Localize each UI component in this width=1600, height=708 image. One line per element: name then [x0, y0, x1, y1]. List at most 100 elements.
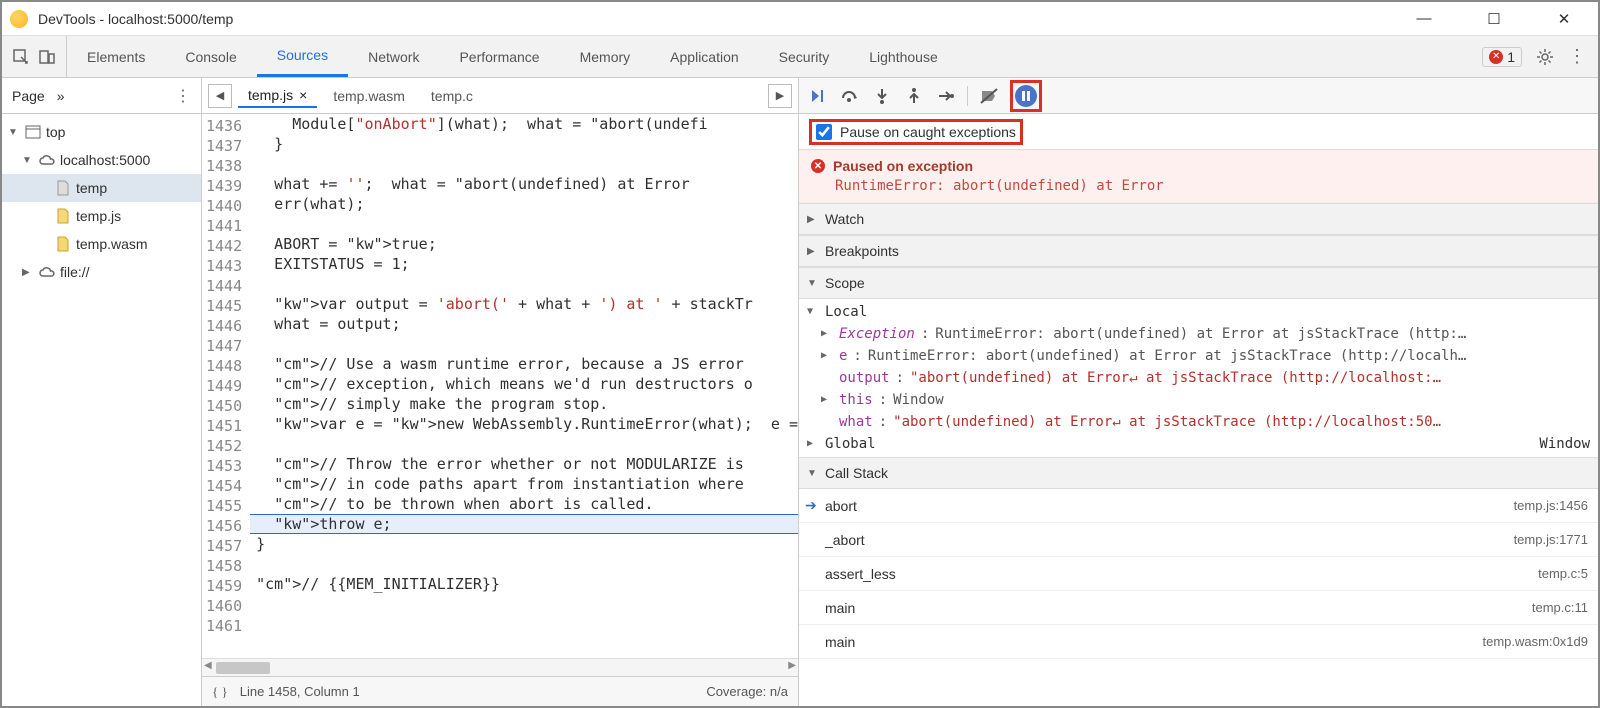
- code-line[interactable]: "cm">// exception, which means we'd run …: [250, 374, 798, 394]
- tree-host[interactable]: ▼ localhost:5000: [2, 146, 201, 174]
- code-line[interactable]: [250, 554, 798, 574]
- kebab-menu-icon[interactable]: ⋮: [1568, 46, 1586, 67]
- code-line[interactable]: }: [250, 534, 798, 554]
- editor-horizontal-scrollbar[interactable]: ◀ ▶: [202, 658, 798, 676]
- callstack-frame[interactable]: maintemp.c:11: [799, 591, 1598, 625]
- code-line[interactable]: [250, 334, 798, 354]
- tree-file-label: temp.js: [76, 208, 121, 224]
- callstack-frame[interactable]: _aborttemp.js:1771: [799, 523, 1598, 557]
- code-line[interactable]: "kw">throw e;: [250, 514, 798, 534]
- exception-message: RuntimeError: abort(undefined) at Error: [811, 178, 1586, 194]
- tab-performance[interactable]: Performance: [439, 36, 559, 77]
- scope-global-value: Window: [1539, 433, 1590, 455]
- scope-variable[interactable]: ▶output: "abort(undefined) at Error↵ at …: [807, 367, 1590, 389]
- resume-icon[interactable]: [807, 85, 829, 107]
- code-line[interactable]: Module["onAbort"](what); what = "abort(u…: [250, 114, 798, 134]
- code-line[interactable]: [250, 214, 798, 234]
- pause-caught-label: Pause on caught exceptions: [840, 124, 1016, 140]
- error-count-badge[interactable]: ✕ 1: [1482, 47, 1522, 67]
- tree-file-scheme[interactable]: ▶ file://: [2, 258, 201, 286]
- code-line[interactable]: "cm">// {{MEM_INITIALIZER}}: [250, 574, 798, 594]
- window-maximize-button[interactable]: ☐: [1476, 10, 1512, 28]
- code-line[interactable]: [250, 594, 798, 614]
- code-line[interactable]: EXITSTATUS = 1;: [250, 254, 798, 274]
- callstack-frame[interactable]: assert_lesstemp.c:5: [799, 557, 1598, 591]
- nav-back-button[interactable]: ◀: [208, 84, 232, 108]
- scope-variable[interactable]: ▶what: "abort(undefined) at Error↵ at js…: [807, 411, 1590, 433]
- scope-local-label[interactable]: Local: [825, 301, 867, 323]
- devtools-app-icon: [10, 10, 28, 28]
- scope-global-label[interactable]: Global: [825, 433, 876, 455]
- run-snippet-button[interactable]: ▶: [768, 84, 792, 108]
- callstack-section[interactable]: ▼Call Stack: [799, 457, 1598, 489]
- code-line[interactable]: "cm">// simply make the program stop.: [250, 394, 798, 414]
- coverage-status: Coverage: n/a: [706, 684, 788, 699]
- code-line[interactable]: "cm">// Throw the error whether or not M…: [250, 454, 798, 474]
- cloud-icon: [38, 151, 56, 169]
- step-over-icon[interactable]: [839, 85, 861, 107]
- pause-on-exceptions-icon[interactable]: [1015, 85, 1037, 107]
- tree-file-scheme-label: file://: [60, 264, 90, 280]
- file-icon: [54, 179, 72, 197]
- device-toolbar-icon[interactable]: [38, 48, 56, 66]
- step-into-icon[interactable]: [871, 85, 893, 107]
- code-line[interactable]: [250, 434, 798, 454]
- watch-section[interactable]: ▶Watch: [799, 203, 1598, 235]
- code-line[interactable]: "cm">// Use a wasm runtime error, becaus…: [250, 354, 798, 374]
- devtools-toolbar: ElementsConsoleSourcesNetworkPerformance…: [2, 36, 1598, 78]
- scope-section[interactable]: ▼Scope: [799, 267, 1598, 299]
- step-icon[interactable]: [935, 85, 957, 107]
- callstack-frame[interactable]: ➔aborttemp.js:1456: [799, 489, 1598, 523]
- code-line[interactable]: [250, 274, 798, 294]
- scope-variable[interactable]: ▶Exception: RuntimeError: abort(undefine…: [807, 323, 1590, 345]
- tab-sources[interactable]: Sources: [257, 36, 348, 77]
- navigator-overflow[interactable]: »: [57, 88, 65, 104]
- editor-tabs: ◀ temp.js×temp.wasmtemp.c ▶: [202, 78, 798, 114]
- breakpoints-section[interactable]: ▶Breakpoints: [799, 235, 1598, 267]
- file-tab[interactable]: temp.wasm: [323, 84, 415, 108]
- tree-file-label: temp.wasm: [76, 236, 148, 252]
- window-minimize-button[interactable]: —: [1406, 10, 1442, 28]
- code-line[interactable]: }: [250, 134, 798, 154]
- tab-network[interactable]: Network: [348, 36, 439, 77]
- pause-caught-checkbox[interactable]: [816, 124, 832, 140]
- file-icon: [54, 235, 72, 253]
- scope-variable[interactable]: ▶e: RuntimeError: abort(undefined) at Er…: [807, 345, 1590, 367]
- tab-console[interactable]: Console: [165, 36, 256, 77]
- code-line[interactable]: "cm">// in code paths apart from instant…: [250, 474, 798, 494]
- navigator-menu-icon[interactable]: ⋮: [175, 86, 191, 106]
- file-tab[interactable]: temp.js×: [238, 84, 317, 108]
- tree-file-tempjs[interactable]: temp.js: [2, 202, 201, 230]
- step-out-icon[interactable]: [903, 85, 925, 107]
- tree-file-tempwasm[interactable]: temp.wasm: [2, 230, 201, 258]
- file-tab[interactable]: temp.c: [421, 84, 483, 108]
- code-line[interactable]: "kw">var e = "kw">new WebAssembly.Runtim…: [250, 414, 798, 434]
- code-line[interactable]: [250, 154, 798, 174]
- code-line[interactable]: what += ''; what = "abort(undefined) at …: [250, 174, 798, 194]
- close-tab-icon[interactable]: ×: [299, 87, 307, 103]
- tab-application[interactable]: Application: [650, 36, 759, 77]
- window-close-button[interactable]: ✕: [1546, 10, 1582, 28]
- inspect-element-icon[interactable]: [12, 48, 30, 66]
- scope-variable[interactable]: ▶this: Window: [807, 389, 1590, 411]
- code-line[interactable]: ABORT = "kw">true;: [250, 234, 798, 254]
- code-line[interactable]: what = output;: [250, 314, 798, 334]
- pretty-print-icon[interactable]: { }: [212, 684, 228, 700]
- navigator-page-label[interactable]: Page: [12, 88, 45, 104]
- deactivate-breakpoints-icon[interactable]: [978, 85, 1000, 107]
- code-editor[interactable]: 1436143714381439144014411442144314441445…: [202, 114, 798, 658]
- code-line[interactable]: "kw">var output = 'abort(' + what + ') a…: [250, 294, 798, 314]
- code-line[interactable]: [250, 614, 798, 634]
- navigator-header: Page » ⋮: [2, 78, 201, 114]
- tab-security[interactable]: Security: [759, 36, 850, 77]
- tab-memory[interactable]: Memory: [560, 36, 651, 77]
- code-line[interactable]: err(what);: [250, 194, 798, 214]
- scrollbar-thumb[interactable]: [216, 662, 270, 674]
- tab-elements[interactable]: Elements: [67, 36, 165, 77]
- tree-top[interactable]: ▼ top: [2, 118, 201, 146]
- settings-gear-icon[interactable]: [1536, 48, 1554, 66]
- tab-lighthouse[interactable]: Lighthouse: [849, 36, 958, 77]
- tree-file-temp[interactable]: temp: [2, 174, 201, 202]
- callstack-frame[interactable]: maintemp.wasm:0x1d9: [799, 625, 1598, 659]
- code-line[interactable]: "cm">// to be thrown when abort is calle…: [250, 494, 798, 514]
